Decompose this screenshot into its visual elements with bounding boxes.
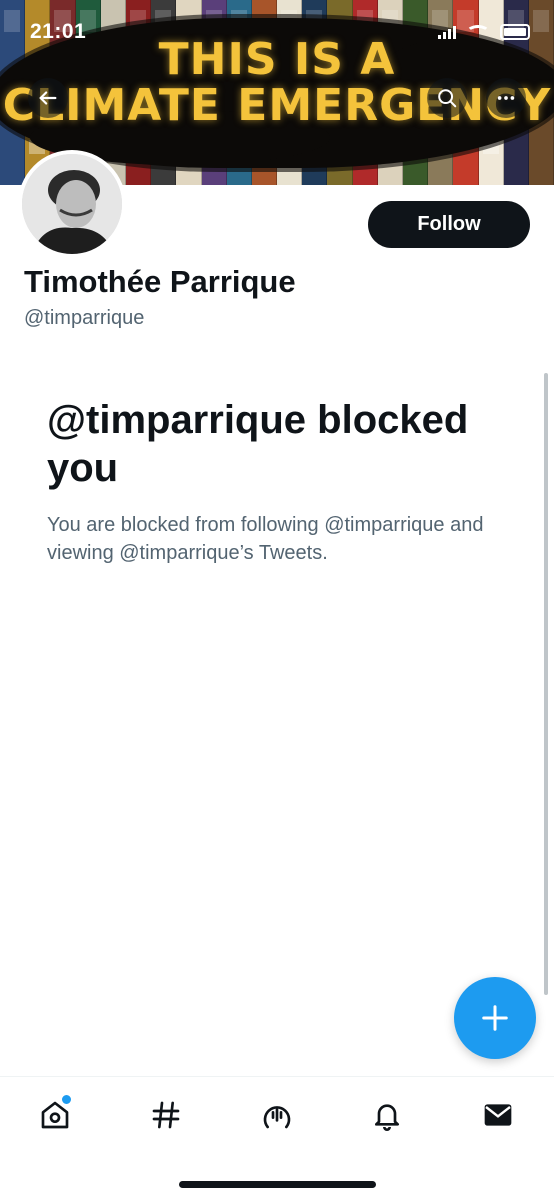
- home-indicator[interactable]: [179, 1181, 376, 1188]
- hashtag-icon: [152, 1101, 180, 1129]
- plus-icon: [482, 1005, 508, 1031]
- more-icon: [497, 96, 515, 100]
- tab-spaces[interactable]: [255, 1093, 299, 1137]
- scrollbar[interactable]: [544, 373, 548, 995]
- profile-handle: @timparrique: [24, 307, 145, 329]
- signal-icon: [438, 25, 456, 39]
- wifi-icon: [466, 24, 490, 40]
- tab-home[interactable]: [33, 1093, 77, 1137]
- more-options-button[interactable]: [486, 78, 526, 118]
- blocked-description: You are blocked from following @timparri…: [47, 514, 484, 564]
- search-button[interactable]: [427, 78, 467, 118]
- compose-tweet-button[interactable]: [454, 977, 536, 1059]
- back-button[interactable]: [28, 78, 68, 118]
- bell-icon: [375, 1104, 399, 1131]
- mail-icon: [484, 1104, 512, 1126]
- spaces-icon: [263, 1106, 291, 1129]
- display-name: Timothée Parrique: [24, 264, 296, 299]
- tab-messages[interactable]: [476, 1093, 520, 1137]
- status-time: 21:01: [30, 20, 87, 43]
- search-icon: [438, 89, 457, 108]
- follow-button[interactable]: Follow: [368, 201, 530, 248]
- avatar[interactable]: [18, 150, 126, 258]
- notification-dot: [60, 1093, 73, 1106]
- banner-slogan-line2: CLIMATE EMERGENCY: [2, 80, 552, 131]
- back-arrow-icon: [39, 91, 57, 105]
- tab-explore[interactable]: [144, 1093, 188, 1137]
- avatar-photo: [22, 154, 122, 254]
- blocked-title: @timparrique blocked you: [47, 398, 469, 490]
- tab-notifications[interactable]: [365, 1093, 409, 1137]
- status-indicators: [438, 24, 530, 40]
- battery-icon: [500, 24, 530, 40]
